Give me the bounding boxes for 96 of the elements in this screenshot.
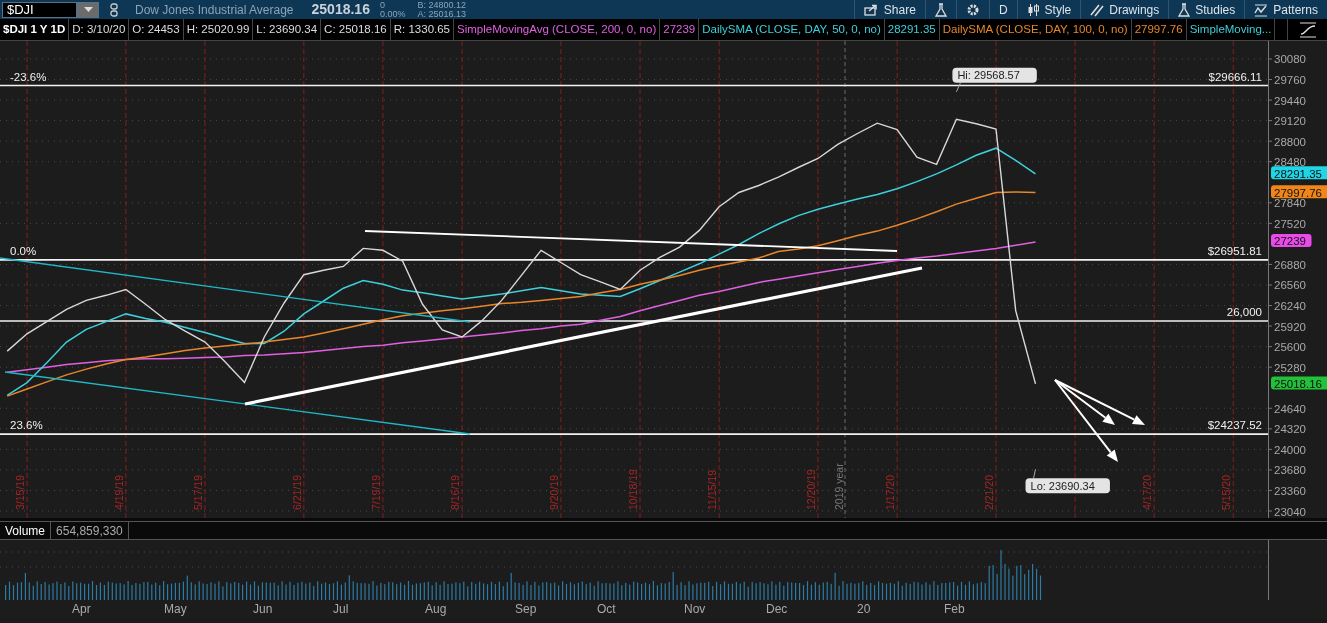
price-callout: Lo: 23690.34 (1025, 478, 1110, 494)
study-value: 27239 (660, 19, 700, 40)
study-value: 27997.76 (1131, 19, 1187, 40)
axis-label: 25600 (1274, 341, 1306, 354)
study-label: DailySMA (CLOSE, DAY, 50, 0, no) (699, 19, 885, 40)
axis-label: 28800 (1274, 135, 1306, 148)
last-price: 25018.16 (311, 0, 370, 19)
axis-label: 26880 (1274, 258, 1306, 271)
date-label: 8/16/19 (449, 474, 462, 510)
study-label: SimpleMoving... (1186, 19, 1276, 40)
level-label: 23.6% (10, 419, 43, 432)
level-label: $29666.11 (1208, 70, 1262, 83)
net-change: 0 (379, 0, 386, 10)
date-label: 5/15/20 (1220, 474, 1233, 510)
level-label: 0.0% (10, 244, 37, 257)
level-label: -23.6% (10, 70, 47, 83)
price-badge: 27239 (1271, 233, 1312, 248)
axis-label: 26560 (1274, 279, 1306, 292)
ohlc-value: H: 25020.99 (183, 19, 254, 40)
month-label: Jun (253, 602, 273, 616)
chart-title: $DJI 1 Y 1D (0, 19, 70, 40)
ohlc-value: L: 23690.34 (253, 19, 322, 40)
axis-label: 23680 (1274, 464, 1306, 477)
curve-icon (1298, 21, 1317, 38)
date-label: 12/20/19 (805, 469, 817, 510)
axis-label: 24640 (1274, 402, 1306, 415)
flask-icon (934, 2, 947, 17)
month-label: Nov (684, 602, 706, 616)
study-value: 28291.35 (884, 19, 940, 40)
axis-label: 29120 (1274, 115, 1306, 128)
axis-label: 29760 (1274, 74, 1306, 86)
date-label: 2/21/20 (982, 474, 995, 510)
axis-label: 27520 (1274, 217, 1306, 230)
price-badge: 25018.16 (1271, 376, 1327, 390)
percent-change: 0.00% (379, 9, 406, 19)
volume-value: 654,859,330 (51, 522, 129, 539)
axis-label: 29440 (1274, 94, 1306, 107)
month-label: Dec (766, 602, 788, 616)
candlestick-icon (1026, 2, 1040, 17)
diagonal-lines-icon (1090, 2, 1105, 17)
month-label: Feb (944, 602, 965, 616)
axis-label: 27840 (1274, 197, 1306, 210)
axis-label: 30080 (1274, 53, 1306, 66)
leader-line (1033, 468, 1037, 479)
date-label: 4/19/19 (112, 474, 125, 510)
study-label: SimpleMovingAvg (CLOSE, 200, 0, no) (454, 19, 661, 40)
date-label: 4/17/20 (1141, 474, 1154, 510)
price-badge: 28291.35 (1271, 166, 1327, 180)
period-label: 2019 year (833, 463, 845, 510)
ask-price: A: 25016.13 (417, 9, 467, 19)
date-label: 3/15/19 (14, 474, 26, 510)
dropdown-button[interactable] (77, 1, 99, 18)
date-label: 6/21/19 (290, 474, 303, 510)
link-button[interactable] (107, 1, 121, 18)
month-label: Aug (425, 602, 447, 616)
date-label: 11/15/19 (706, 469, 719, 510)
price-badge: 27997.76 (1271, 185, 1327, 199)
axis-label: 28480 (1274, 156, 1306, 169)
zigzag-chart-icon (1254, 2, 1269, 17)
ohlc-value: O: 24453 (129, 19, 184, 40)
month-label: Sep (515, 602, 537, 616)
volume-label: Volume (0, 522, 52, 539)
date-label: 10/18/19 (627, 469, 640, 510)
month-label: May (164, 602, 187, 616)
date-label: 7/19/19 (369, 474, 382, 510)
caret-icon (83, 7, 93, 12)
leader-line (955, 82, 961, 93)
level-label: $24237.52 (1207, 419, 1262, 432)
ohlc-value: D: 3/10/20 (69, 19, 130, 40)
axis-label: 24000 (1274, 443, 1306, 456)
month-label: Apr (72, 602, 91, 616)
axis-label: 24320 (1274, 423, 1306, 436)
axis-label: 23360 (1274, 484, 1306, 497)
axis-label: 25920 (1274, 320, 1306, 333)
axis-label: 25280 (1274, 361, 1306, 374)
flask-icon (1178, 2, 1191, 17)
study-label: DailySMA (CLOSE, DAY, 100, 0, no) (939, 19, 1132, 40)
ohlc-value: C: 25018.16 (321, 19, 391, 40)
month-label: 20 (857, 602, 871, 616)
axis-label: 23040 (1274, 505, 1306, 518)
month-label: Oct (597, 602, 616, 616)
bid-price: B: 24800.12 (417, 0, 467, 10)
date-label: 1/17/20 (884, 474, 897, 510)
share-icon (863, 3, 879, 16)
settings-icon (965, 2, 980, 17)
axis-label: 26240 (1274, 300, 1306, 313)
chain-link-icon (110, 2, 118, 17)
symbol-description: Dow Jones Industrial Average (135, 1, 294, 19)
month-label: Jul (333, 602, 349, 616)
ohlc-value: R: 1330.65 (390, 19, 454, 40)
symbol-field[interactable]: $DJI (2, 1, 77, 18)
level-label: $26951.81 (1207, 244, 1262, 257)
price-callout: Hi: 29568.57 (952, 67, 1037, 83)
level-label: 26,000 (1226, 305, 1262, 318)
date-label: 9/20/19 (547, 474, 560, 510)
date-label: 5/17/19 (192, 474, 204, 510)
